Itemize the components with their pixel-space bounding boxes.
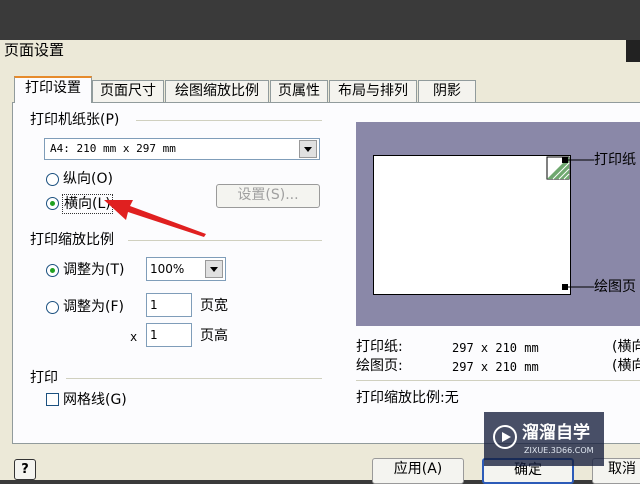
paper-size-select[interactable]: A4: 210 mm x 297 mm [44, 138, 320, 160]
times-label: x [130, 330, 138, 344]
group-divider [128, 240, 322, 241]
tab-print-setup[interactable]: 打印设置 [14, 76, 92, 103]
red-arrow-annotation [104, 200, 206, 237]
tab-layout-routing[interactable]: 布局与排列 [329, 80, 417, 102]
fit-width-unit: 页宽 [200, 298, 228, 314]
printer-paper-callout: 打印纸 [594, 152, 636, 168]
portrait-label[interactable]: 纵向(O) [63, 170, 113, 188]
play-logo-icon [493, 425, 517, 449]
tab-page-size[interactable]: 页面尺寸 [92, 80, 164, 102]
watermark-brand: 溜溜自学 [522, 423, 590, 443]
drawing-page-size: 297 x 210 mm [452, 360, 539, 374]
tab-shadows[interactable]: 阴影 [418, 80, 476, 102]
print-group-label: 打印 [30, 370, 58, 386]
adjust-to-label[interactable]: 调整为(T) [63, 261, 124, 279]
preview-callout-lines [562, 157, 594, 290]
print-zoom-group-label: 打印缩放比例 [30, 232, 114, 248]
zoom-dropdown-icon[interactable] [205, 260, 223, 278]
preview-divider [356, 380, 640, 381]
fit-width-input[interactable]: 1 [146, 293, 192, 317]
fit-height-unit: 页高 [200, 328, 228, 344]
fit-height-input[interactable]: 1 [146, 323, 192, 347]
paper-size-value: A4: 210 mm x 297 mm [50, 142, 176, 155]
print-zoom-info-label: 打印缩放比例: [356, 390, 445, 406]
gridlines-checkbox[interactable] [46, 393, 59, 406]
print-zoom-info-value: 无 [444, 390, 459, 406]
fit-to-label[interactable]: 调整为(F) [63, 298, 124, 316]
printer-paper-info-label: 打印纸: [356, 339, 403, 355]
preview-paper [373, 155, 571, 295]
gridlines-label[interactable]: 网格线(G) [63, 391, 127, 409]
printer-paper-group-label: 打印机纸张(P) [30, 112, 120, 128]
zoom-percent-value: 100% [150, 262, 185, 276]
group-divider [136, 120, 322, 121]
printer-paper-size: 297 x 210 mm [452, 341, 539, 355]
landscape-radio[interactable] [46, 197, 59, 210]
title-bar-edge [626, 40, 640, 62]
title-bar[interactable] [0, 40, 640, 62]
adjust-to-radio[interactable] [46, 264, 59, 277]
watermark-url: ZIXUE.3D66.COM [524, 446, 594, 455]
window-title: 页面设置 [4, 41, 65, 59]
tab-page-properties[interactable]: 页属性 [270, 80, 328, 102]
apply-button[interactable]: 应用(A) [372, 458, 464, 484]
drawing-page-info-label: 绘图页: [356, 358, 403, 374]
drawing-page-callout: 绘图页 [594, 279, 636, 295]
tab-drawing-scale[interactable]: 绘图缩放比例 [165, 80, 269, 102]
portrait-radio[interactable] [46, 173, 59, 186]
print-zoom-info: 打印缩放比例:无 [356, 389, 459, 407]
drawing-page-orientation: (横向 [612, 358, 640, 374]
help-icon[interactable]: ? [14, 459, 36, 480]
paper-size-dropdown-icon[interactable] [299, 140, 317, 158]
printer-paper-orientation: (横向 [612, 339, 640, 355]
setup-button[interactable]: 设置(S)... [216, 184, 320, 208]
fit-to-radio[interactable] [46, 301, 59, 314]
group-divider [66, 378, 322, 379]
